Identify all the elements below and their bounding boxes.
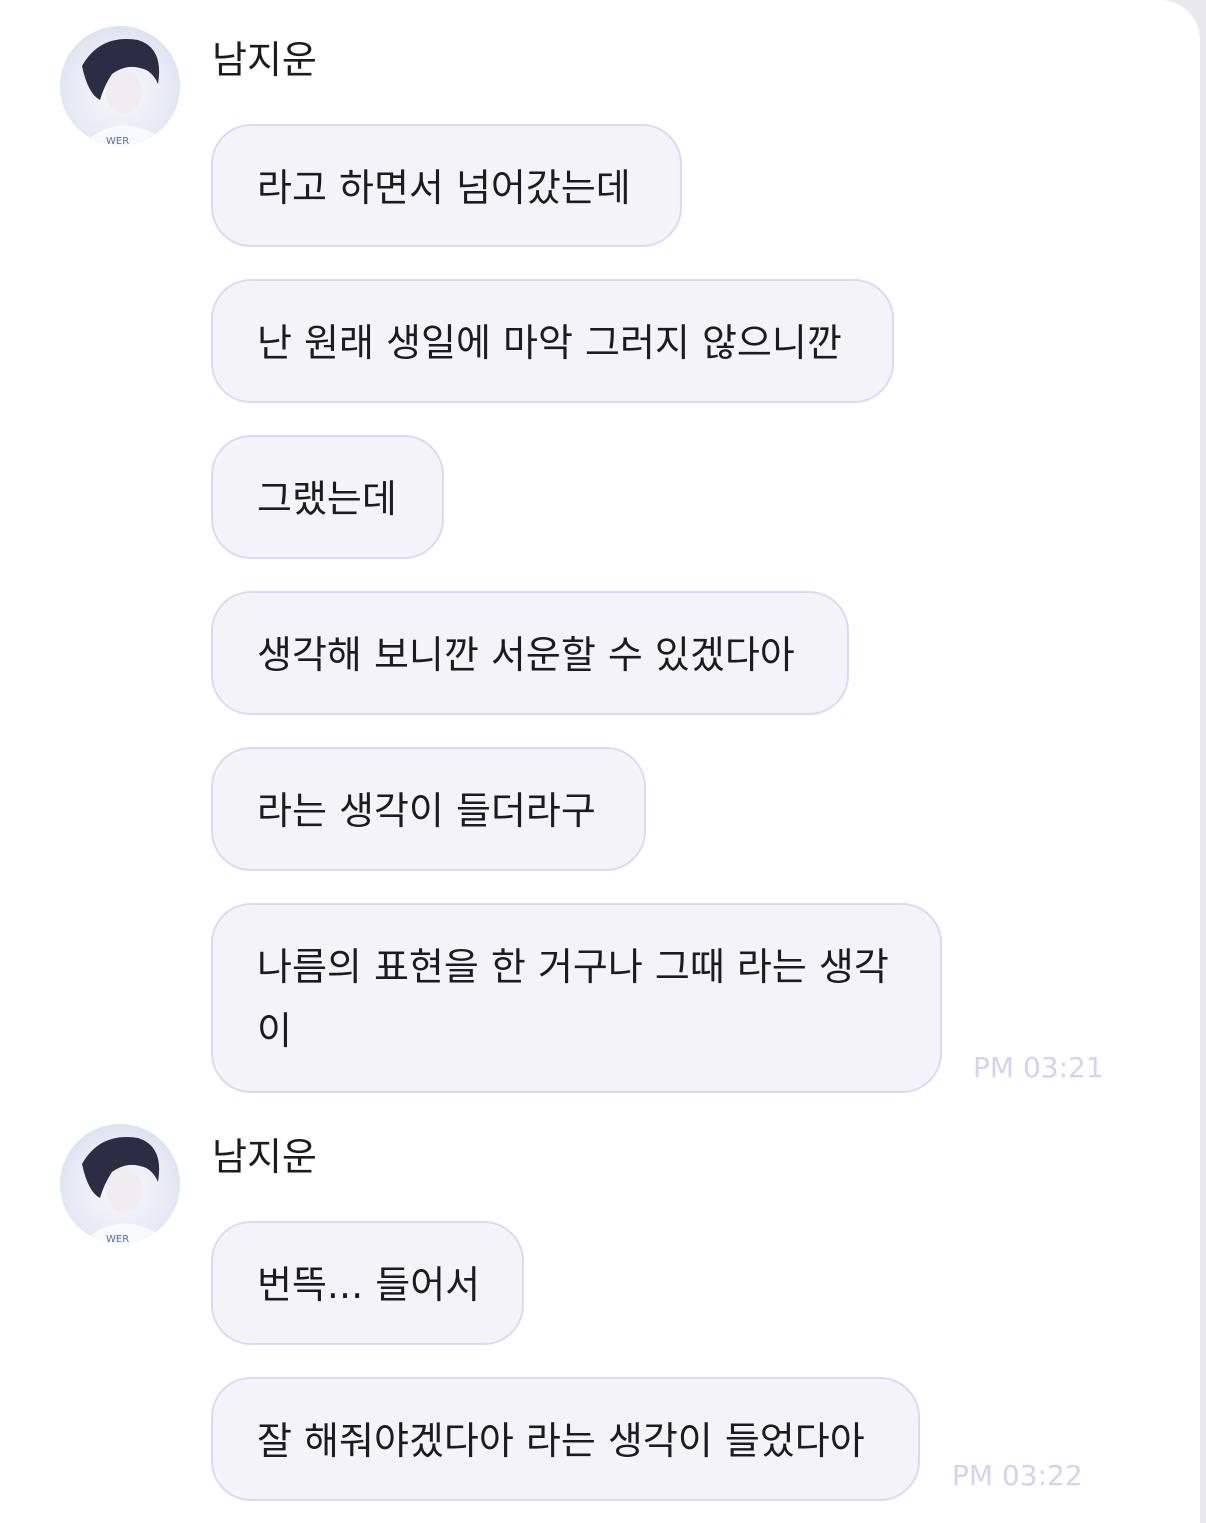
avatar[interactable]: WER	[60, 1124, 180, 1244]
message-bubble[interactable]: 잘 해줘야겠다아 라는 생각이 들었다아	[211, 1377, 920, 1501]
message-text: 그랬는데	[257, 477, 397, 521]
chat-screen: WER 남지운 라고 하면서 넘어갔는데 난 원래 생일에 마악 그러지 않으니…	[0, 0, 1200, 1523]
message-text: 난 원래 생일에 마악 그러지 않으니깐	[257, 321, 842, 365]
message-timestamp: PM 03:21	[973, 1051, 1104, 1084]
message-bubble[interactable]: 나름의 표현을 한 거구나 그때 라는 생각이	[211, 903, 942, 1093]
message-text: 생각해 보니깐 서운할 수 있겠다아	[257, 633, 795, 677]
message-text: 라고 하면서 넘어갔는데	[257, 166, 631, 210]
message-bubble[interactable]: 생각해 보니깐 서운할 수 있겠다아	[211, 591, 849, 715]
message-bubble[interactable]: 난 원래 생일에 마악 그러지 않으니깐	[211, 279, 894, 403]
message-bubble[interactable]: 라는 생각이 들더라구	[211, 747, 646, 871]
message-text: 번뜩... 들어서	[257, 1263, 481, 1307]
svg-text:WER: WER	[106, 136, 129, 146]
sender-name: 남지운	[212, 1135, 317, 1179]
message-bubble[interactable]: 그랬는데	[211, 435, 444, 559]
message-timestamp: PM 03:22	[952, 1459, 1083, 1492]
message-bubble[interactable]: 번뜩... 들어서	[211, 1221, 524, 1345]
message-text: 잘 해줘야겠다아 라는 생각이 들었다아	[257, 1419, 865, 1463]
avatar[interactable]: WER	[60, 26, 180, 146]
message-text: 라는 생각이 들더라구	[257, 789, 596, 833]
message-bubble[interactable]: 라고 하면서 넘어갔는데	[211, 124, 682, 247]
sender-name: 남지운	[212, 38, 317, 82]
svg-text:WER: WER	[106, 1234, 129, 1244]
message-text: 나름의 표현을 한 거구나 그때 라는 생각이	[257, 945, 889, 1053]
